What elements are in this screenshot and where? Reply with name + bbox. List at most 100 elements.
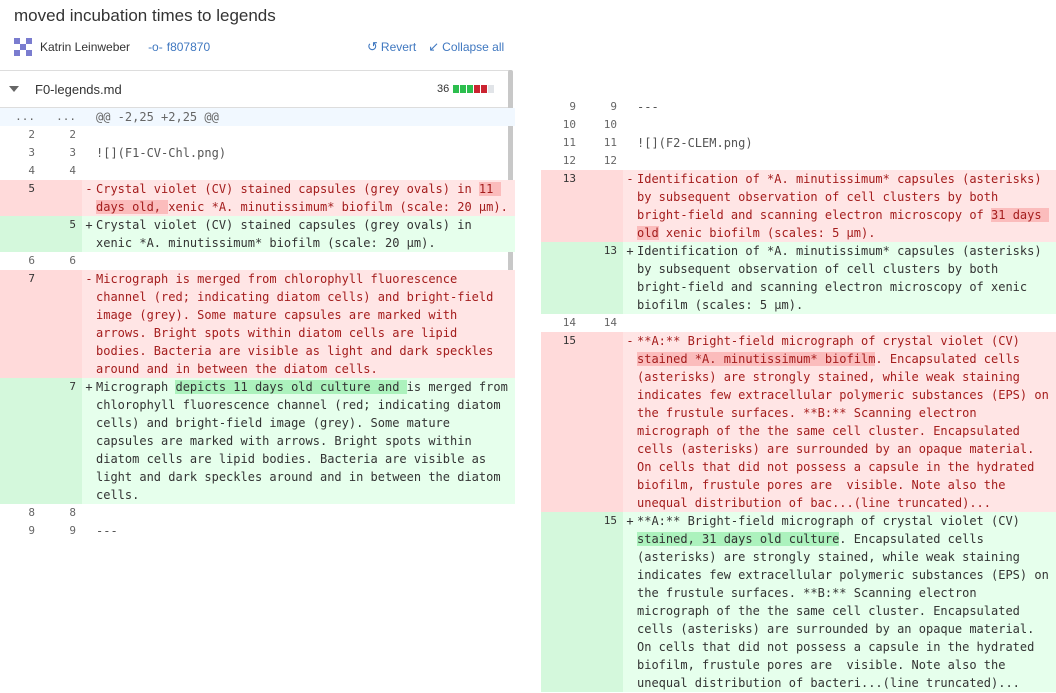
new-line-number[interactable]: 8 — [41, 504, 82, 522]
new-line-number[interactable]: 5 — [41, 216, 82, 252]
old-line-number[interactable]: 5 — [0, 180, 41, 216]
code-line: Crystal violet (CV) stained capsules (gr… — [96, 180, 515, 216]
code-text: Micrograph is merged from chlorophyll fl… — [96, 272, 501, 376]
diffstat-bars — [453, 85, 494, 93]
diff-line: 9 9 --- — [0, 522, 515, 540]
diff-line: 66 — [0, 252, 515, 270]
diff-line: 14 14 — [541, 314, 1056, 332]
new-line-number[interactable]: 9 — [41, 522, 82, 540]
old-line-number[interactable]: ... — [0, 108, 41, 126]
diff-marker — [623, 314, 637, 332]
code-text: Crystal violet (CV) stained capsules (gr… — [96, 218, 479, 250]
code-text: xenic biofilm (scales: 5 µm). — [658, 226, 876, 240]
diff-marker — [82, 126, 96, 144]
code-line: **A:** Bright-field micrograph of crysta… — [637, 512, 1056, 692]
diff-line: 3 3 ![](F1-CV-Chl.png) — [0, 144, 515, 162]
diff-marker: - — [85, 272, 93, 286]
revert-button[interactable]: Revert — [381, 40, 416, 54]
old-line-number[interactable]: 2 — [0, 126, 41, 144]
code-text: ![](F1-CV-Chl.png) — [96, 146, 227, 160]
new-line-number[interactable]: 7 — [41, 378, 82, 504]
diff-marker — [623, 116, 637, 134]
author-avatar[interactable] — [14, 38, 32, 56]
code-text: **A:** Bright-field micrograph of crysta… — [637, 514, 1028, 528]
new-line-number[interactable]: 11 — [582, 134, 623, 152]
collapse-all-button[interactable]: Collapse all — [442, 40, 504, 54]
new-line-number[interactable]: 15 — [582, 512, 623, 692]
diff-line: 15 + **A:** Bright-field micrograph of cry… — [541, 512, 1056, 692]
diff-marker — [82, 108, 96, 126]
diff-line: 5 + Crystal violet (CV) stained capsules (… — [0, 216, 515, 252]
old-line-number[interactable]: 3 — [0, 144, 41, 162]
code-line: Identification of *A. minutissimum* caps… — [637, 170, 1056, 242]
code-text: **A:** Bright-field micrograph of crysta… — [637, 334, 1028, 348]
new-line-number[interactable] — [582, 170, 623, 242]
diff-marker — [82, 162, 96, 180]
chevron-down-icon[interactable] — [9, 86, 19, 92]
old-line-number[interactable]: 13 — [541, 170, 582, 242]
new-line-number[interactable] — [41, 270, 82, 378]
old-line-number[interactable]: 4 — [0, 162, 41, 180]
code-text: . Encapsulated cells (asterisks) are str… — [637, 352, 1056, 510]
file-header[interactable]: F0-legends.md 36 — [0, 70, 511, 108]
new-line-number[interactable] — [582, 332, 623, 512]
old-line-number[interactable]: 10 — [541, 116, 582, 134]
diff-marker: - — [626, 172, 634, 186]
code-text: . Encapsulated cells (asterisks) are str… — [637, 532, 1056, 690]
diff-pane-right: 9 9 --- 10 10 11 11 ![](F2-CLEM.png) 12 12 13- Iden… — [541, 98, 1056, 692]
new-line-number[interactable]: 4 — [41, 162, 82, 180]
old-line-number[interactable] — [0, 378, 41, 504]
new-line-number[interactable]: 3 — [41, 144, 82, 162]
diff-line: 13 - Identification of *A. minutissimum* c… — [541, 170, 1056, 242]
diff-marker — [82, 252, 96, 270]
old-line-number[interactable] — [541, 242, 582, 314]
old-line-number[interactable]: 11 — [541, 134, 582, 152]
diffstat-bar — [488, 85, 494, 93]
code-line: --- — [96, 522, 515, 540]
new-line-number[interactable]: 2 — [41, 126, 82, 144]
new-line-number[interactable]: 9 — [582, 98, 623, 116]
old-line-number[interactable]: 6 — [0, 252, 41, 270]
diff-line: 7 - Micrograph is merged from chlorophyll … — [0, 270, 515, 378]
collapse-icon: ↙ — [428, 39, 440, 54]
diff-line: 9 9 --- — [541, 98, 1056, 116]
new-line-number[interactable]: 13 — [582, 242, 623, 314]
new-line-number[interactable]: ... — [41, 108, 82, 126]
new-line-number[interactable]: 10 — [582, 116, 623, 134]
new-line-number[interactable] — [41, 180, 82, 216]
file-name: F0-legends.md — [35, 82, 122, 97]
old-line-number[interactable]: 12 — [541, 152, 582, 170]
old-line-number[interactable] — [0, 216, 41, 252]
commit-title: moved incubation times to legends — [14, 6, 276, 25]
commit-hash-link[interactable]: f807870 — [167, 40, 210, 54]
old-line-number[interactable]: 15 — [541, 332, 582, 512]
old-line-number[interactable]: 7 — [0, 270, 41, 378]
diff-line: 12 12 — [541, 152, 1056, 170]
new-line-number[interactable]: 12 — [582, 152, 623, 170]
code-line: --- — [637, 98, 1056, 116]
code-line: ![](F1-CV-Chl.png) — [96, 144, 515, 162]
diff-line: 11 11 ![](F2-CLEM.png) — [541, 134, 1056, 152]
code-text: Identification of *A. minutissimum* caps… — [637, 244, 1049, 312]
diff-line: 44 — [0, 162, 515, 180]
diff-marker — [623, 98, 637, 116]
new-line-number[interactable]: 6 — [41, 252, 82, 270]
diff-marker — [82, 522, 96, 540]
old-line-number[interactable]: 9 — [541, 98, 582, 116]
commit-meta: Katrin Leinweber -o- f807870 — [14, 38, 210, 56]
diff-line: 5 - Crystal violet (CV) stained capsules (… — [0, 180, 515, 216]
diff-line: 88 — [0, 504, 515, 522]
new-line-number[interactable]: 14 — [582, 314, 623, 332]
diffstat-bar — [467, 85, 473, 93]
old-line-number[interactable] — [541, 512, 582, 692]
old-line-number[interactable]: 14 — [541, 314, 582, 332]
diff-marker: + — [85, 218, 93, 232]
diff-marker: + — [85, 380, 93, 394]
diff-line: 7 + Micrograph depicts 11 days old culture… — [0, 378, 515, 504]
old-line-number[interactable]: 8 — [0, 504, 41, 522]
old-line-number[interactable]: 9 — [0, 522, 41, 540]
diffstat-bar — [481, 85, 487, 93]
